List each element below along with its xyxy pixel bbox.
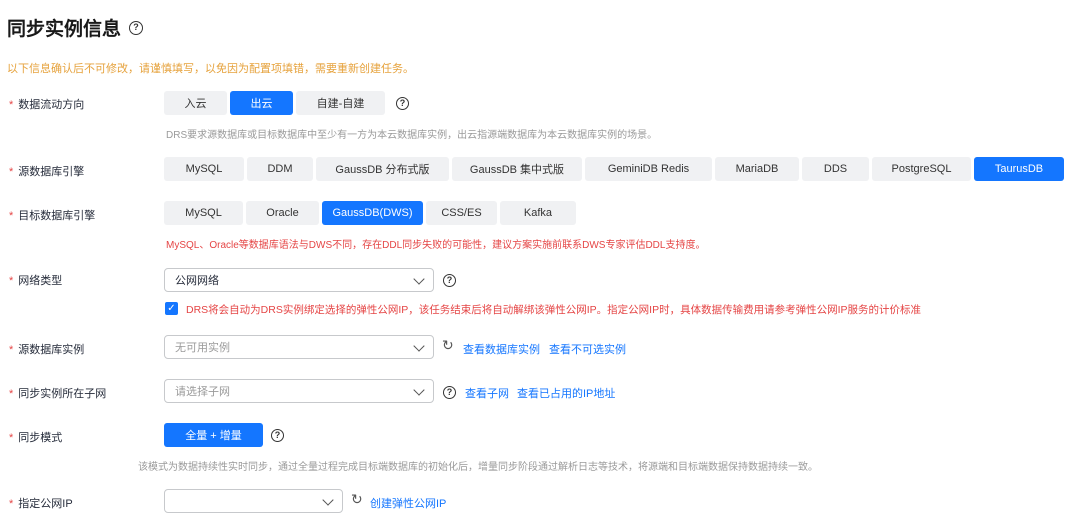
flow-direction-hint: DRS要求源数据库或目标数据库中至少有一方为本云数据库实例，出云指源端数据库为本… xyxy=(166,130,658,141)
required-mark: * xyxy=(9,99,14,111)
target-engine-oracle[interactable]: Oracle xyxy=(246,201,319,225)
network-type-label: * 网络类型 xyxy=(9,275,63,287)
page-title-text: 同步实例信息 xyxy=(7,19,122,40)
target-engine-selector: MySQL Oracle GaussDB(DWS) CSS/ES Kafka xyxy=(164,201,576,225)
refresh-icon[interactable]: ↻ xyxy=(351,491,363,508)
source-engine-selector: MySQL DDM GaussDB 分布式版 GaussDB 集中式版 Gemi… xyxy=(164,157,1064,181)
page-title: 同步实例信息 ? xyxy=(7,14,144,41)
subnet-label: * 同步实例所在子网 xyxy=(9,388,107,400)
target-engine-kafka[interactable]: Kafka xyxy=(500,201,576,225)
public-ip-select[interactable] xyxy=(164,489,343,513)
subnet-select[interactable]: 请选择子网 xyxy=(164,379,434,403)
source-engine-mysql[interactable]: MySQL xyxy=(164,157,244,181)
public-ip-label: * 指定公网IP xyxy=(9,498,73,510)
sync-mode-hint: 该模式为数据持续性实时同步，通过全量过程完成目标端数据库的初始化后，增量同步阶段… xyxy=(138,462,818,473)
view-unselectable-instances-link[interactable]: 查看不可选实例 xyxy=(549,341,626,357)
source-engine-gaussdb-distributed[interactable]: GaussDB 分布式版 xyxy=(316,157,449,181)
help-circle-icon[interactable]: ? xyxy=(443,386,456,399)
target-engine-css-es[interactable]: CSS/ES xyxy=(426,201,497,225)
option-into-cloud[interactable]: 入云 xyxy=(164,91,227,115)
refresh-icon[interactable]: ↻ xyxy=(442,337,454,354)
required-mark: * xyxy=(9,275,14,287)
target-engine-gaussdb-dws[interactable]: GaussDB(DWS) xyxy=(322,201,423,225)
required-mark: * xyxy=(9,344,14,356)
option-out-cloud[interactable]: 出云 xyxy=(230,91,293,115)
subnet-placeholder: 请选择子网 xyxy=(175,386,230,398)
create-eip-link[interactable]: 创建弹性公网IP xyxy=(370,495,446,511)
source-engine-gaussdb-centralized[interactable]: GaussDB 集中式版 xyxy=(452,157,582,181)
view-subnet-link[interactable]: 查看子网 xyxy=(465,385,509,401)
full-plus-incremental-button[interactable]: 全量 + 增量 xyxy=(164,423,263,447)
view-used-ip-link[interactable]: 查看已占用的IP地址 xyxy=(517,385,615,401)
source-instance-label: * 源数据库实例 xyxy=(9,344,85,356)
required-mark: * xyxy=(9,210,14,222)
flow-direction-label: * 数据流动方向 xyxy=(9,99,85,111)
option-self-built[interactable]: 自建-自建 xyxy=(296,91,385,115)
target-engine-label: * 目标数据库引擎 xyxy=(9,210,96,222)
help-circle-icon[interactable]: ? xyxy=(396,97,409,110)
source-engine-ddm[interactable]: DDM xyxy=(247,157,313,181)
notice-text: 以下信息确认后不可修改，请谨慎填写，以免因为配置项填错，需要重新创建任务。 xyxy=(7,63,414,75)
source-instance-placeholder: 无可用实例 xyxy=(175,342,230,354)
source-instance-select[interactable]: 无可用实例 xyxy=(164,335,434,359)
chevron-down-icon xyxy=(322,494,334,506)
source-engine-mariadb[interactable]: MariaDB xyxy=(715,157,799,181)
required-mark: * xyxy=(9,166,14,178)
flow-direction-selector: 入云 出云 自建-自建 xyxy=(164,91,385,115)
help-circle-icon[interactable]: ? xyxy=(443,274,456,287)
source-engine-label: * 源数据库引擎 xyxy=(9,166,85,178)
required-mark: * xyxy=(9,432,14,444)
source-engine-taurusdb[interactable]: TaurusDB xyxy=(974,157,1064,181)
eip-auto-bind-text: DRS将会自动为DRS实例绑定选择的弹性公网IP，该任务结束后将自动解绑该弹性公… xyxy=(186,304,922,316)
view-db-instances-link[interactable]: 查看数据库实例 xyxy=(463,341,540,357)
required-mark: * xyxy=(9,388,14,400)
network-type-value: 公网网络 xyxy=(175,275,219,287)
help-circle-icon[interactable]: ? xyxy=(129,20,144,35)
eip-auto-bind-checkbox[interactable]: ✓ xyxy=(165,302,178,315)
target-engine-mysql[interactable]: MySQL xyxy=(164,201,243,225)
network-type-select[interactable]: 公网网络 xyxy=(164,268,434,292)
source-engine-geminidb-redis[interactable]: GeminiDB Redis xyxy=(585,157,712,181)
help-circle-icon[interactable]: ? xyxy=(271,429,284,442)
required-mark: * xyxy=(9,498,14,510)
source-engine-dds[interactable]: DDS xyxy=(802,157,869,181)
target-engine-warning: MySQL、Oracle等数据库语法与DWS不同，存在DDL同步失败的可能性，建… xyxy=(166,240,706,251)
sync-mode-label: * 同步模式 xyxy=(9,432,63,444)
source-engine-postgresql[interactable]: PostgreSQL xyxy=(872,157,971,181)
chevron-down-icon xyxy=(413,384,425,396)
chevron-down-icon xyxy=(413,273,425,285)
chevron-down-icon xyxy=(413,340,425,352)
check-icon: ✓ xyxy=(167,303,176,314)
